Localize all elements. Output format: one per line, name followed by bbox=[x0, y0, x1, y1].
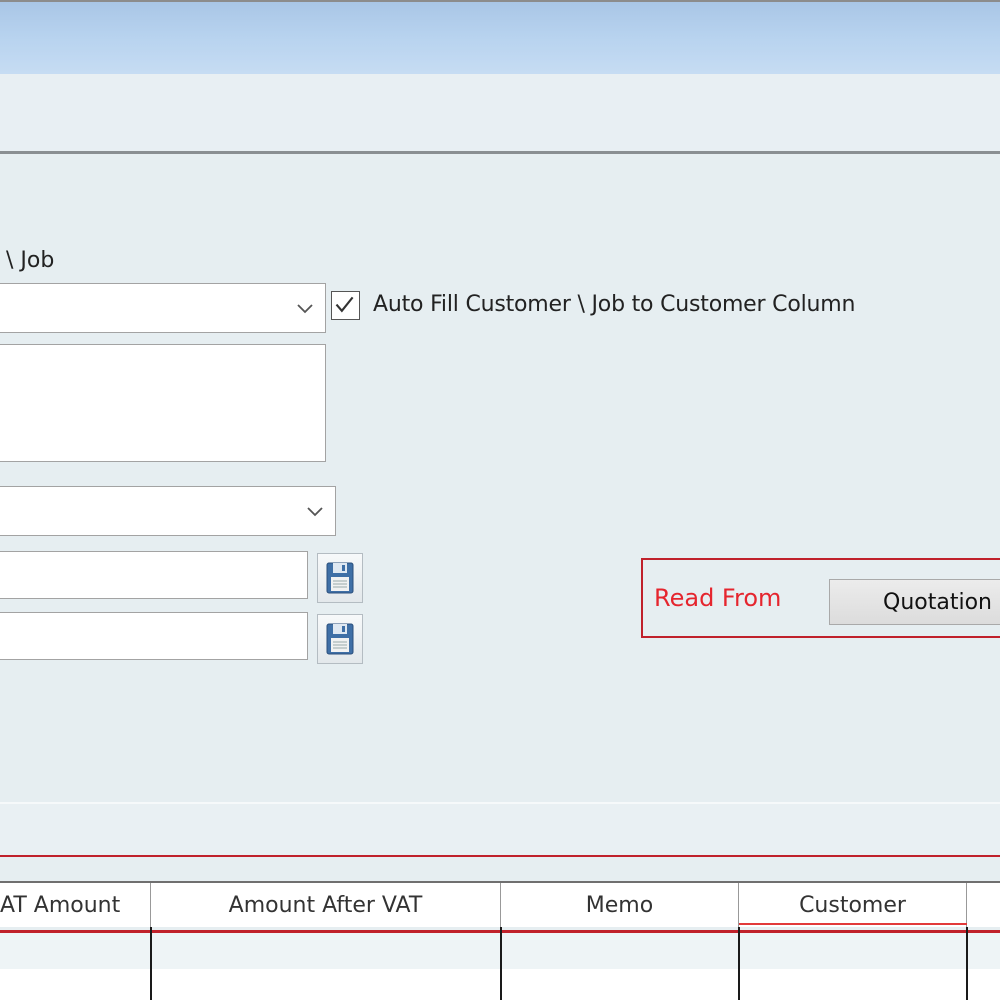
column-header-extra[interactable] bbox=[967, 883, 1000, 927]
text-field-1[interactable] bbox=[0, 551, 308, 599]
column-header-memo[interactable]: Memo bbox=[501, 883, 739, 927]
save-button-1[interactable] bbox=[317, 553, 363, 603]
floppy-disk-icon bbox=[326, 623, 354, 655]
grid-column-divider bbox=[150, 927, 152, 1000]
read-from-label: Read From bbox=[654, 584, 782, 612]
column-header-vat-amount[interactable]: AT Amount bbox=[0, 883, 151, 927]
auto-fill-checkbox-label: Auto Fill Customer \ Job to Customer Col… bbox=[373, 292, 856, 317]
window-title-bar bbox=[0, 0, 1000, 74]
grid-header-row: AT Amount Amount After VAT Memo Customer bbox=[0, 883, 1000, 927]
grid-column-divider bbox=[966, 927, 968, 1000]
highlight-line-top bbox=[0, 855, 1000, 857]
auto-fill-checkbox[interactable] bbox=[331, 291, 360, 320]
lower-band bbox=[0, 804, 1000, 856]
grid-column-divider bbox=[500, 927, 502, 1000]
customer-job-label: \ Job bbox=[6, 248, 55, 273]
toolbar-band bbox=[0, 74, 1000, 152]
text-field-2[interactable] bbox=[0, 612, 308, 660]
customer-job-dropdown[interactable] bbox=[0, 283, 326, 333]
address-textarea[interactable] bbox=[0, 344, 326, 462]
quotation-button[interactable]: Quotation bbox=[829, 579, 1000, 625]
column-header-amount-after-vat[interactable]: Amount After VAT bbox=[151, 883, 501, 927]
column-header-customer[interactable]: Customer bbox=[739, 883, 967, 927]
header-separator bbox=[0, 151, 1000, 154]
grid-column-divider bbox=[738, 927, 740, 1000]
chevron-down-icon bbox=[297, 304, 313, 314]
save-button-2[interactable] bbox=[317, 614, 363, 664]
checkmark-icon bbox=[335, 296, 354, 313]
chevron-down-icon bbox=[307, 507, 323, 517]
secondary-dropdown[interactable] bbox=[0, 486, 336, 536]
customer-column-underline bbox=[739, 923, 967, 925]
floppy-disk-icon bbox=[326, 562, 354, 594]
